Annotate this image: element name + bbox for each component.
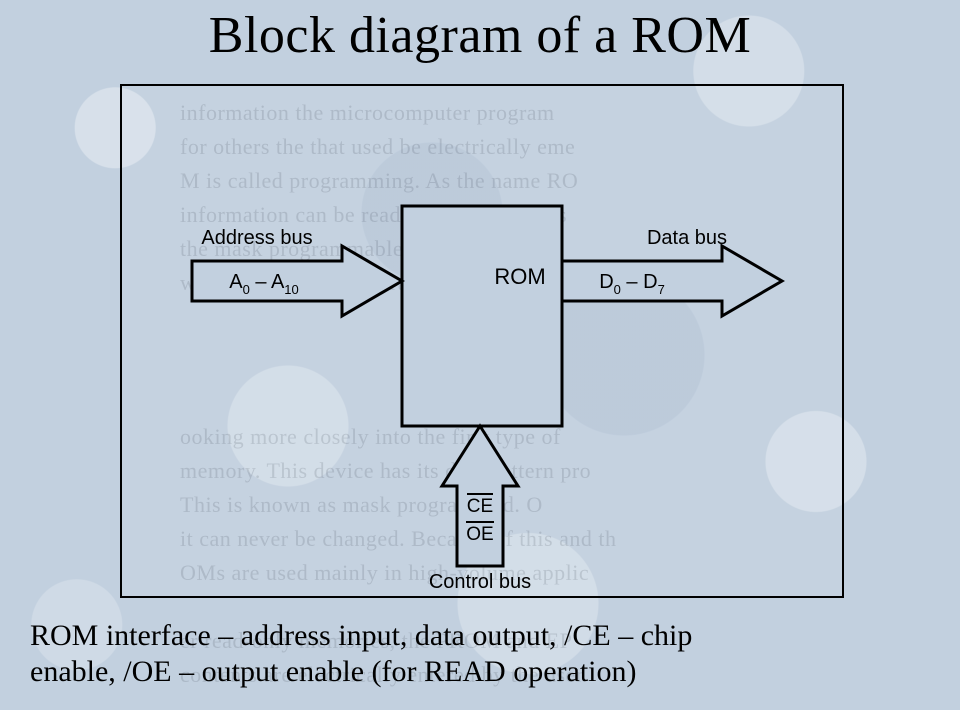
svg-text:CE: CE — [467, 496, 493, 517]
oe-signal: OE — [466, 522, 494, 545]
rom-block-diagram: ROM Address bus A0 – A10 Data bus D0 – D… — [122, 86, 842, 596]
slide: Block diagram of a ROM information the m… — [0, 0, 960, 710]
slide-caption: ROM interface – address input, data outp… — [30, 618, 900, 690]
address-bus-caption: Address bus — [201, 227, 312, 249]
caption-line-2: enable, /OE – output enable (for READ op… — [30, 655, 636, 688]
rom-block-label: ROM — [494, 264, 545, 289]
ce-signal: CE — [467, 494, 493, 517]
caption-line-1: ROM interface – address input, data outp… — [30, 619, 692, 652]
address-bus-arrow: Address bus A0 – A10 — [192, 227, 402, 316]
rom-block — [402, 206, 562, 426]
svg-text:OE: OE — [466, 524, 493, 545]
data-bus-arrow: Data bus D0 – D7 — [562, 227, 782, 316]
page-title: Block diagram of a ROM — [0, 0, 960, 65]
diagram-frame: ROM Address bus A0 – A10 Data bus D0 – D… — [120, 84, 844, 598]
control-bus-arrow: Control bus CE OE — [429, 426, 531, 593]
data-bus-caption: Data bus — [647, 227, 727, 249]
control-bus-caption: Control bus — [429, 571, 531, 593]
